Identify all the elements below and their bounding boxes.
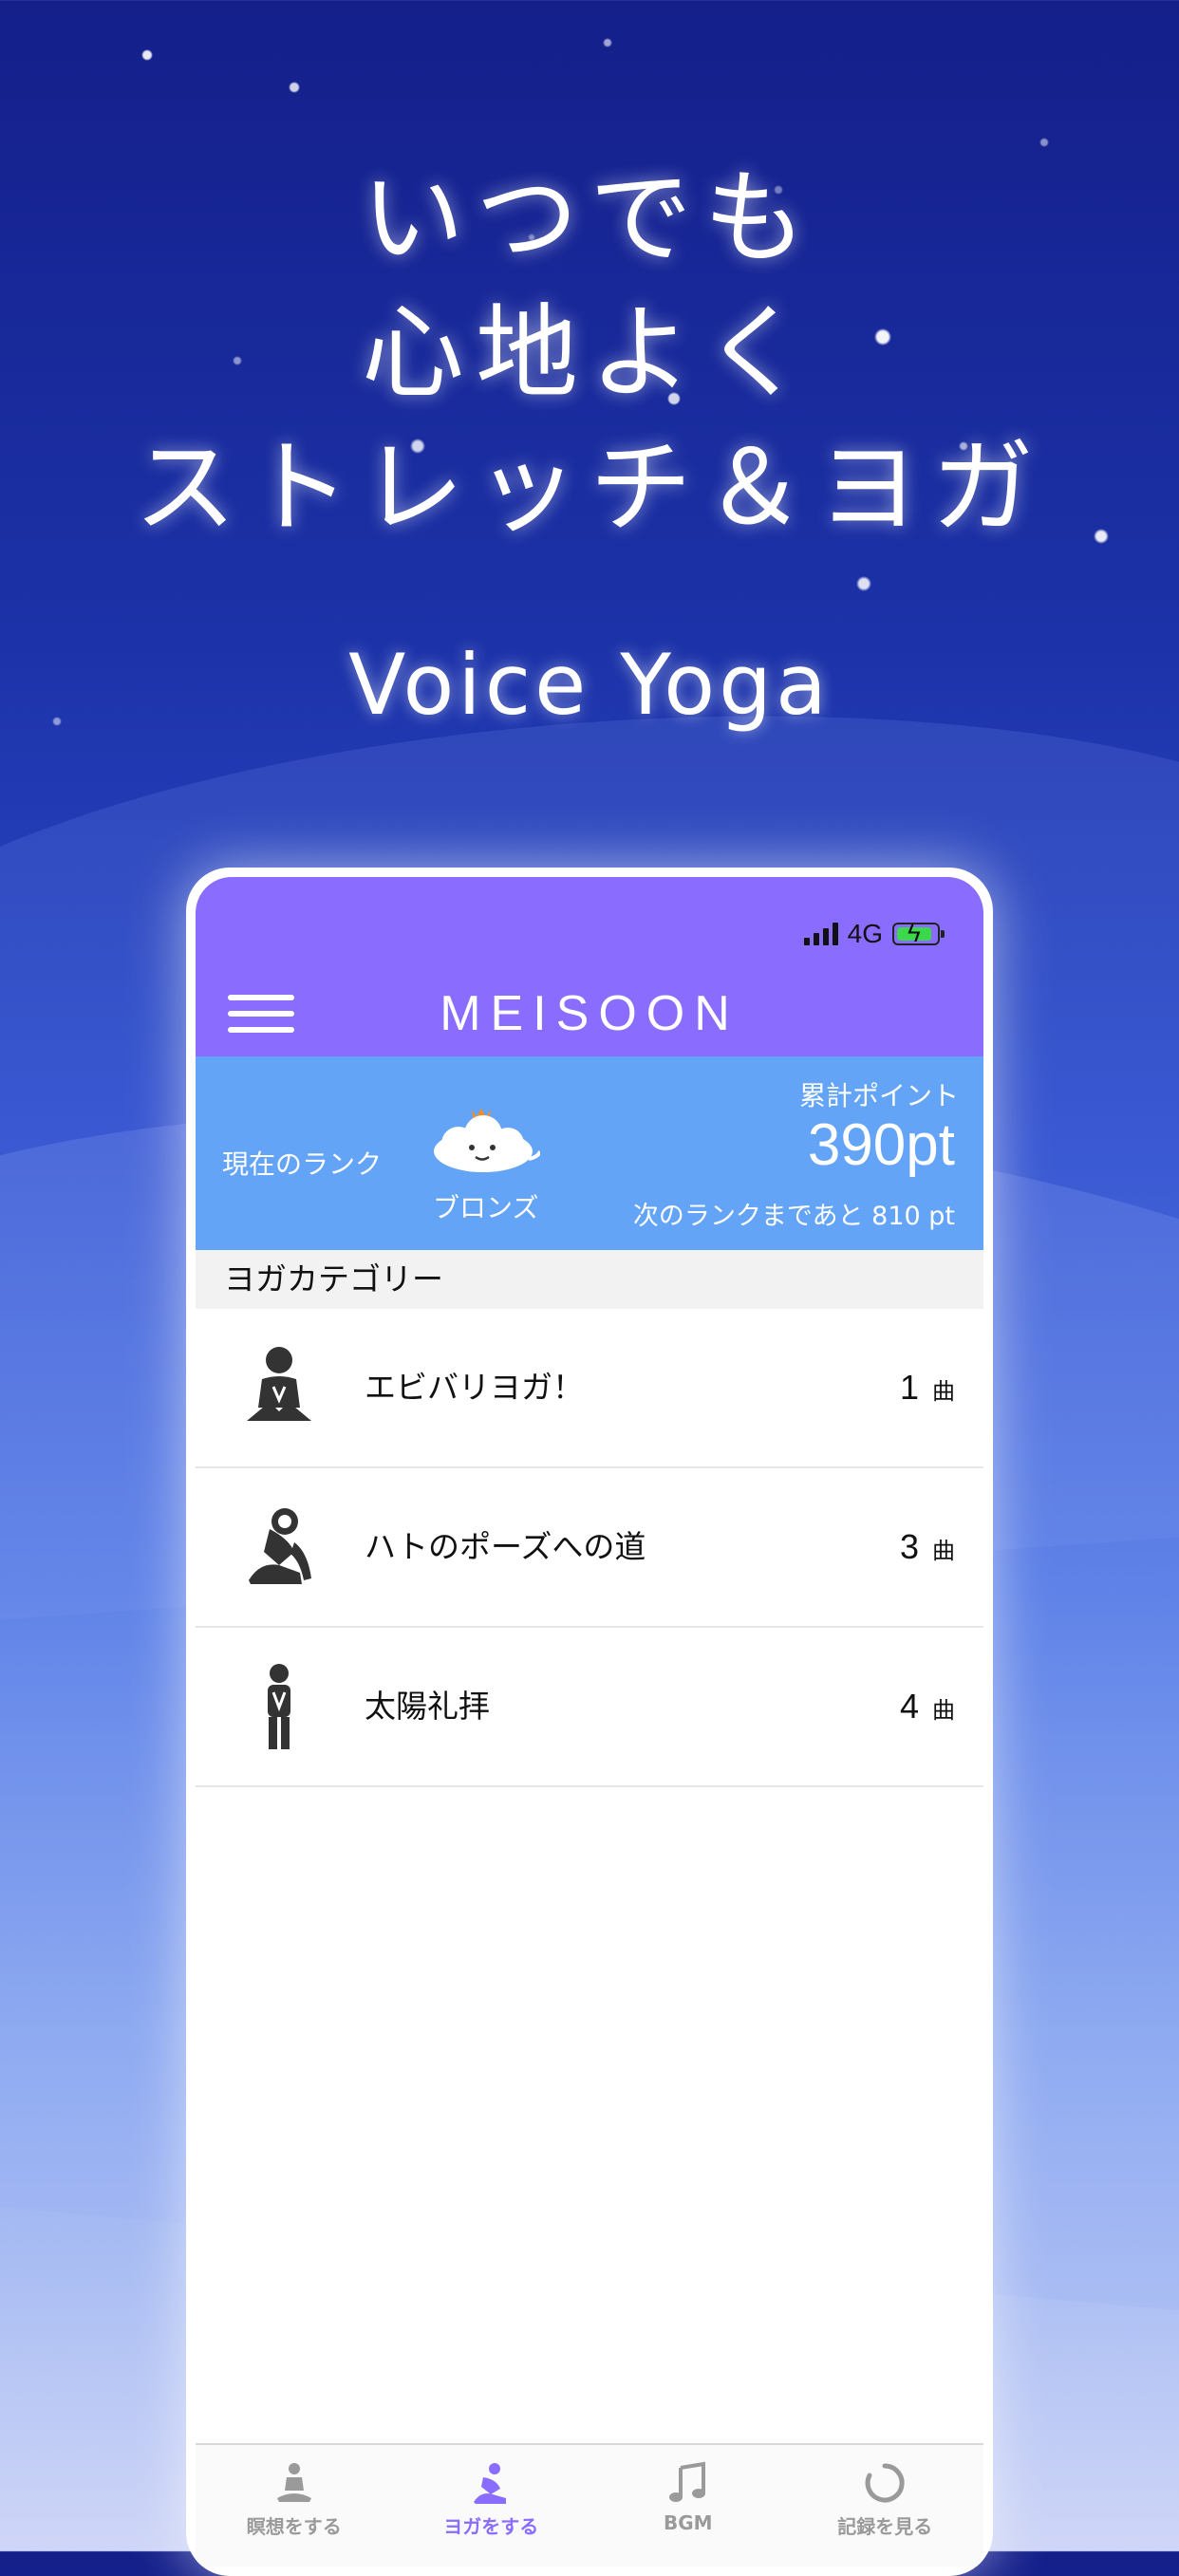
category-row[interactable]: エビバリヨガ！ 1曲: [196, 1309, 983, 1468]
total-points-value: 390pt: [807, 1112, 955, 1178]
standing-prayer-pose-icon: [268, 1664, 290, 1749]
category-list: エビバリヨガ！ 1曲 ハトのポーズへの道 3曲 太陽礼拝 4 曲: [196, 1309, 983, 1787]
tab-label: 記録を見る: [837, 2515, 933, 2538]
app-header: 4G ϟ MEISOON: [196, 877, 983, 1056]
section-title: ヨガカテゴリー: [196, 1250, 983, 1309]
rank-name: ブロンズ: [433, 1192, 539, 1223]
kneeling-pose-icon: [247, 1347, 311, 1421]
network-label: 4G: [847, 919, 883, 948]
tab-label: ヨガをする: [443, 2515, 539, 2538]
tab-bgm[interactable]: BGM: [590, 2445, 787, 2567]
app-screen: 4G ϟ MEISOON 現在のランク ブロンズ 累計ポイント 390pt 次の…: [196, 877, 983, 2567]
bottom-tab-bar: 瞑想をする ヨガをする BGM 記録を見る: [196, 2443, 983, 2567]
promo-subtitle: Voice Yoga: [348, 636, 831, 734]
record-icon: [865, 2463, 905, 2503]
category-title: ハトのポーズへの道: [365, 1528, 646, 1565]
tab-records[interactable]: 記録を見る: [787, 2445, 984, 2567]
track-count: 3曲: [899, 1527, 955, 1566]
app-title: MEISOON: [440, 986, 739, 1041]
tab-label: BGM: [663, 2511, 713, 2534]
current-rank-label: 現在のランク: [222, 1148, 383, 1180]
rank-panel: 現在のランク ブロンズ 累計ポイント 390pt 次のランクまであと 810 p…: [196, 1056, 983, 1250]
promo-headline: いつでも 心地よく ストレッチ＆ヨガ: [0, 152, 1179, 556]
total-points-label: 累計ポイント: [798, 1080, 959, 1111]
phone-frame: 4G ϟ MEISOON 現在のランク ブロンズ 累計ポイント 390pt 次の…: [186, 868, 993, 2576]
headline-line-2: 心地よく: [361, 294, 817, 413]
category-row[interactable]: 太陽礼拝 4曲: [196, 1628, 983, 1787]
tab-yoga[interactable]: ヨガをする: [393, 2445, 590, 2567]
next-rank-text: 次のランクまであと 810 pt: [632, 1202, 955, 1231]
track-count: 1曲: [899, 1368, 955, 1407]
music-note-icon: [668, 2461, 705, 2502]
track-count: 4曲: [899, 1687, 955, 1726]
meditation-icon: [276, 2463, 311, 2502]
category-title: エビバリヨガ！: [365, 1369, 584, 1406]
cloud-mascot-icon: [434, 1109, 540, 1172]
category-title: 太陽礼拝: [365, 1688, 490, 1725]
category-row[interactable]: ハトのポーズへの道 3曲: [196, 1468, 983, 1628]
battery-charging-icon: ϟ: [892, 919, 945, 947]
headline-line-3: ストレッチ＆ヨガ: [133, 429, 1045, 548]
tab-meditation[interactable]: 瞑想をする: [196, 2445, 393, 2567]
status-bar: 4G ϟ: [803, 915, 945, 953]
headline-line-1: いつでも: [361, 159, 817, 278]
pigeon-pose-icon: [249, 1508, 311, 1584]
tab-label: 瞑想をする: [246, 2515, 342, 2538]
signal-icon: [803, 923, 838, 945]
yoga-icon: [474, 2463, 507, 2504]
